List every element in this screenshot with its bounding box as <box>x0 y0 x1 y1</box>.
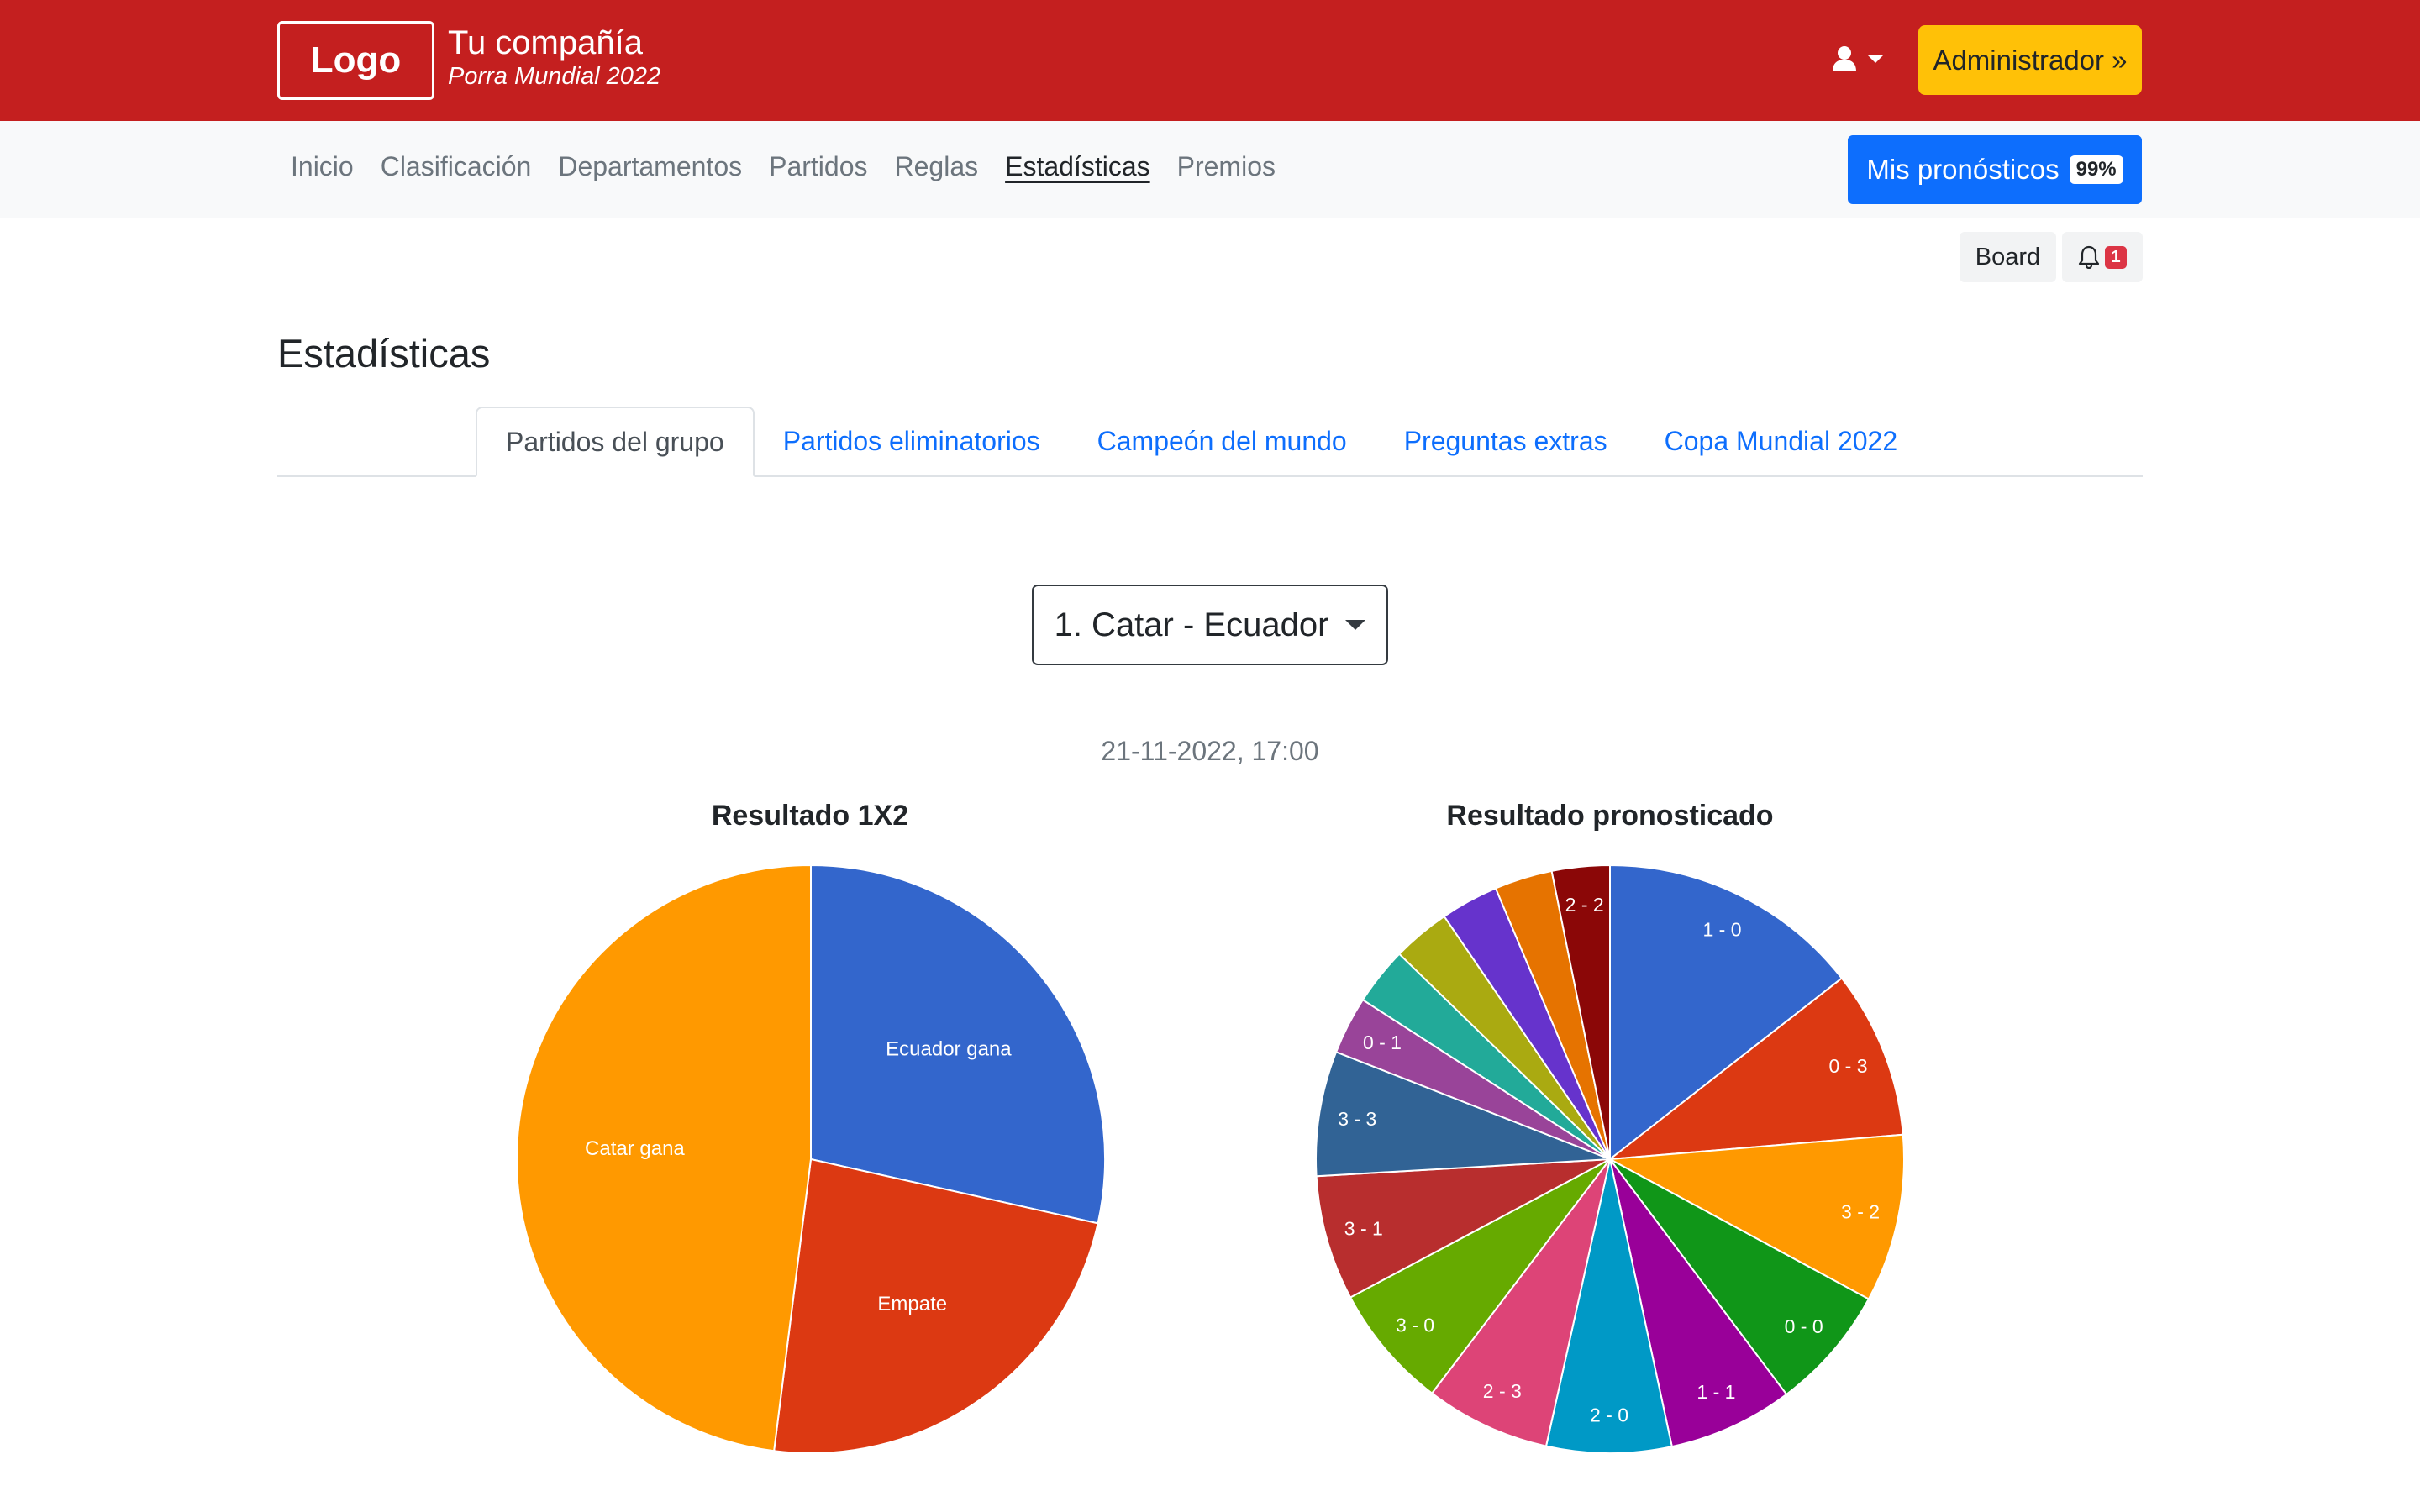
pie-pronosticado-slice-label-6: 2 - 3 <box>1483 1380 1522 1402</box>
board-button[interactable]: Board <box>1960 232 2056 282</box>
notification-count-badge: 1 <box>2105 245 2127 269</box>
user-icon <box>1833 46 1856 71</box>
pie-1x2-slice-label-2: Catar gana <box>585 1137 685 1160</box>
company-name: Tu compañía <box>448 24 643 61</box>
tab-preguntas-extras[interactable]: Preguntas extras <box>1376 407 1636 475</box>
tab-partidos-eliminatorios[interactable]: Partidos eliminatorios <box>755 407 1069 475</box>
page-title: Estadísticas <box>277 331 491 375</box>
mis-pronosticos-button[interactable]: Mis pronósticos 99% <box>1848 135 2142 204</box>
pie-pronosticado-slice-label-15: 2 - 2 <box>1565 894 1604 916</box>
pie-pronosticado-slice-label-5: 2 - 0 <box>1590 1404 1628 1425</box>
bell-icon <box>2079 245 2100 269</box>
pie-chart-pronosticado: 1 - 0 0 - 3 3 - 2 0 - 0 1 - 1 2 - 0 2 - 3 3 - 0… <box>1315 864 1905 1454</box>
chevron-down-icon <box>1867 55 1884 63</box>
company-logo[interactable]: Logo <box>277 21 434 100</box>
chart-title-pronosticado: Resultado pronosticado <box>1446 800 1774 832</box>
pie-pronosticado-slice-label-7: 3 - 0 <box>1396 1314 1434 1336</box>
chart-title-1x2: Resultado 1X2 <box>711 800 909 832</box>
pie-pronosticado-slice-label-9: 3 - 3 <box>1338 1108 1376 1130</box>
pie-pronosticado-slice-label-2: 3 - 2 <box>1841 1200 1880 1222</box>
nav-item-premios[interactable]: Premios <box>1177 151 1276 182</box>
company-block: Tu compañía Porra Mundial 2022 <box>448 24 660 91</box>
match-dropdown-value: 1. Catar - Ecuador <box>1054 606 1329 643</box>
admin-button[interactable]: Administrador » <box>1918 25 2142 95</box>
nav-links: Inicio Clasificación Departamentos Parti… <box>291 151 1276 182</box>
tab-campeon-del-mundo[interactable]: Campeón del mundo <box>1069 407 1376 475</box>
match-dropdown[interactable]: 1. Catar - Ecuador <box>1032 585 1388 665</box>
chevron-down-icon <box>1345 620 1366 630</box>
notifications-button[interactable]: 1 <box>2062 232 2143 282</box>
pie-1x2-slice-label-0: Ecuador gana <box>886 1038 1012 1061</box>
nav-item-departamentos[interactable]: Departamentos <box>558 151 742 182</box>
nav-item-clasificacion[interactable]: Clasificación <box>381 151 532 182</box>
progress-badge: 99% <box>2069 155 2123 184</box>
mis-pronosticos-label: Mis pronósticos <box>1866 154 2060 185</box>
nav-item-partidos[interactable]: Partidos <box>769 151 867 182</box>
pie-pronosticado-slice-label-0: 1 - 0 <box>1702 918 1741 940</box>
nav-item-estadisticas[interactable]: Estadísticas <box>1005 151 1150 182</box>
pie-pronosticado-slice-label-8: 3 - 1 <box>1344 1217 1383 1239</box>
company-subtitle: Porra Mundial 2022 <box>448 63 661 90</box>
pie-1x2-slice-label-1: Empate <box>877 1293 947 1315</box>
user-menu-toggle[interactable] <box>1832 40 1891 77</box>
pie-chart-1x2: Ecuador gana Empate Catar gana <box>516 864 1106 1454</box>
pie-pronosticado-slice-label-1: 0 - 3 <box>1829 1055 1868 1077</box>
pie-pronosticado-slice-label-3: 0 - 0 <box>1785 1315 1823 1337</box>
tab-partidos-del-grupo[interactable]: Partidos del grupo <box>476 407 755 477</box>
pie-pronosticado-slice-label-4: 1 - 1 <box>1697 1381 1735 1403</box>
stats-tabs: Partidos del grupo Partidos eliminatorio… <box>476 407 1926 477</box>
nav-item-reglas[interactable]: Reglas <box>895 151 979 182</box>
tab-copa-mundial[interactable]: Copa Mundial 2022 <box>1636 407 1927 475</box>
top-header: Logo Tu compañía Porra Mundial 2022 Admi… <box>0 0 2420 121</box>
pie-pronosticado-slice-label-10: 0 - 1 <box>1363 1032 1402 1053</box>
nav-item-inicio[interactable]: Inicio <box>291 151 354 182</box>
match-date: 21-11-2022, 17:00 <box>1101 736 1319 766</box>
